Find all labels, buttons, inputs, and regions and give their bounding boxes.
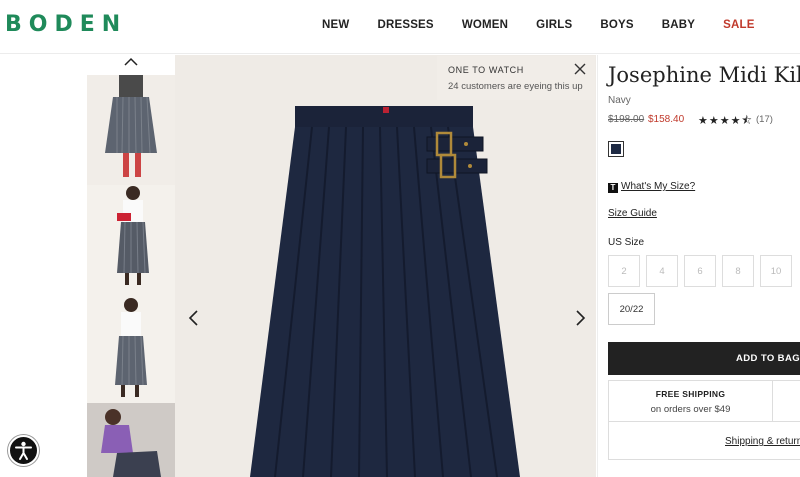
main-nav: NEW DRESSES WOMEN GIRLS BOYS BABY SALE <box>322 19 783 31</box>
divider <box>609 421 800 422</box>
one-to-watch-banner: ONE TO WATCH 24 customers are eyeing thi… <box>437 56 595 100</box>
site-header: BODEN NEW DRESSES WOMEN GIRLS BOYS BABY … <box>0 0 800 54</box>
product-title: Josephine Midi Kilt <box>608 63 800 87</box>
nav-girls[interactable]: GIRLS <box>536 19 572 31</box>
nav-women[interactable]: WOMEN <box>462 19 508 31</box>
thumbnail-3[interactable] <box>87 295 175 403</box>
thumbnail-2[interactable] <box>87 185 175 295</box>
skirt-illustration <box>250 106 520 477</box>
nav-dresses[interactable]: DRESSES <box>377 19 433 31</box>
free-shipping-subtitle: on orders over $49 <box>650 404 731 415</box>
product-color: Navy <box>608 95 631 106</box>
chevron-right-icon[interactable] <box>569 307 591 329</box>
chevron-left-icon[interactable] <box>183 307 205 329</box>
thumbnail-4[interactable] <box>87 403 175 477</box>
shipping-info: FREE SHIPPING on orders over $49 Shippin… <box>608 380 800 460</box>
nav-boys[interactable]: BOYS <box>600 19 633 31</box>
original-price: $198.00 <box>608 114 645 125</box>
thumbnail-strip <box>87 55 175 477</box>
nav-baby[interactable]: BABY <box>662 19 695 31</box>
size-option-8[interactable]: 8 <box>722 255 754 287</box>
size-tool-badge-icon: T <box>608 183 618 193</box>
us-size-label: US Size <box>608 237 645 248</box>
accessibility-icon <box>15 441 32 460</box>
size-option-4[interactable]: 4 <box>646 255 678 287</box>
watch-subtitle: 24 customers are eyeing this up <box>448 81 583 92</box>
shipping-returns-link[interactable]: Shipping & returns <box>725 436 800 447</box>
review-count[interactable]: (17) <box>756 114 773 125</box>
thumbnail-1[interactable] <box>87 75 175 185</box>
accessibility-button[interactable] <box>8 435 39 466</box>
size-option-6[interactable]: 6 <box>684 255 716 287</box>
main-product-image[interactable] <box>175 55 596 477</box>
whats-my-size-link[interactable]: T What's My Size? <box>608 181 695 193</box>
chevron-up-icon[interactable] <box>123 55 139 71</box>
watch-title: ONE TO WATCH <box>448 65 524 75</box>
product-panel: Josephine Midi Kilt Navy $198.00 $158.40… <box>597 55 800 477</box>
free-shipping-title: FREE SHIPPING <box>655 389 726 399</box>
color-swatch-navy[interactable] <box>608 141 624 157</box>
nav-sale[interactable]: SALE <box>723 19 754 31</box>
add-to-bag-button[interactable]: ADD TO BAG <box>608 342 800 375</box>
nav-new[interactable]: NEW <box>322 19 349 31</box>
size-option-2[interactable]: 2 <box>608 255 640 287</box>
size-option-10[interactable]: 10 <box>760 255 792 287</box>
divider <box>772 381 773 421</box>
brand-logo[interactable]: BODEN <box>5 12 127 37</box>
size-option-20-22[interactable]: 20/22 <box>608 293 655 325</box>
close-icon[interactable] <box>573 62 587 76</box>
whats-my-size-label: What's My Size? <box>621 181 696 192</box>
rating-stars[interactable]: ★★★★⯪ <box>698 112 753 131</box>
size-guide-link[interactable]: Size Guide <box>608 208 657 219</box>
sale-price: $158.40 <box>648 114 685 125</box>
